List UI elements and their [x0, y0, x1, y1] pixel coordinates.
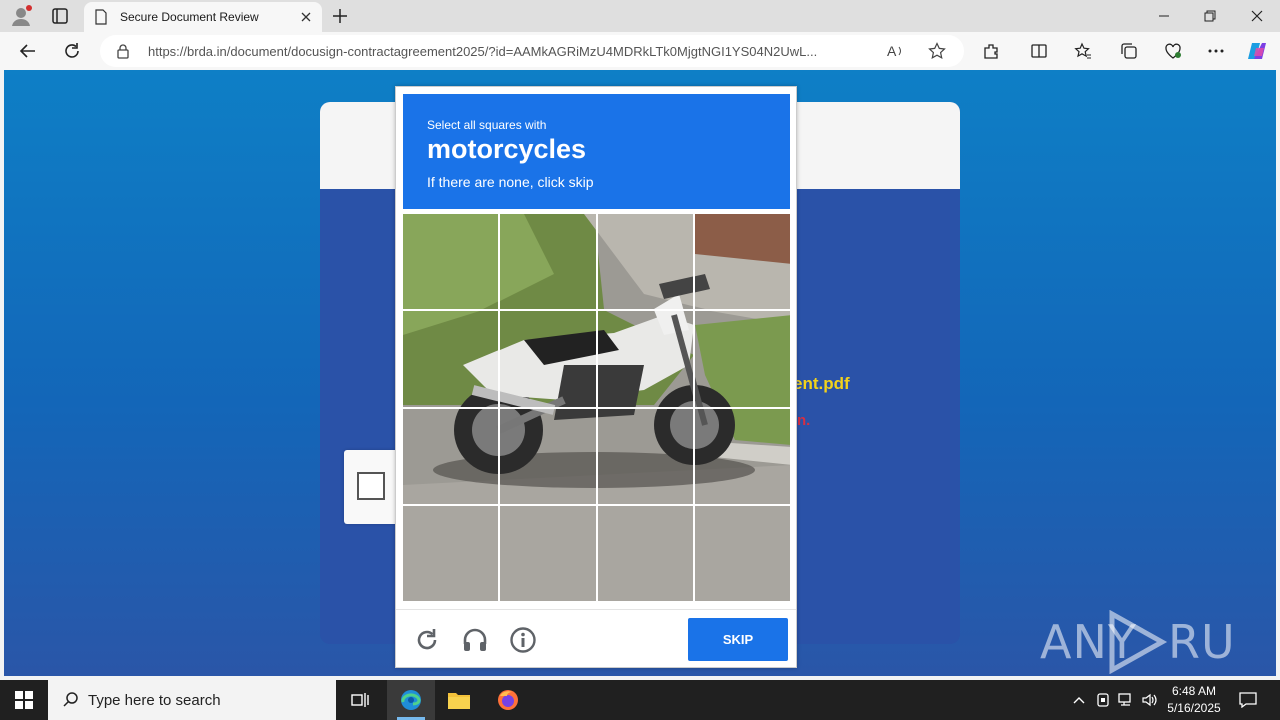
firefox-icon[interactable] — [484, 680, 532, 720]
notifications-icon[interactable] — [1234, 680, 1262, 720]
captcha-tile[interactable] — [500, 506, 595, 601]
minimize-icon[interactable] — [1141, 0, 1187, 32]
captcha-tile[interactable] — [695, 506, 790, 601]
taskbar: Type here to search 6:48 AM 5/16/2025 — [0, 680, 1280, 720]
captcha-tile[interactable] — [500, 214, 595, 309]
svg-text:A: A — [887, 43, 897, 59]
captcha-tile-image — [403, 214, 498, 309]
captcha-tile-image — [403, 311, 498, 406]
captcha-tile-image — [403, 409, 498, 504]
back-arrow-icon[interactable] — [17, 40, 39, 62]
warning-text: n. — [797, 412, 811, 429]
captcha-tile[interactable] — [598, 409, 693, 504]
clock-date: 5/16/2025 — [1167, 701, 1221, 715]
captcha-tile[interactable] — [598, 214, 693, 309]
document-filename: ent.pdf — [793, 374, 850, 393]
captcha-tile-image — [403, 506, 498, 601]
navigation-bar: https://brda.in/document/docusign-contra… — [0, 32, 1280, 70]
captcha-tile[interactable] — [500, 409, 595, 504]
browser-essentials-icon[interactable] — [1162, 40, 1184, 62]
favorite-star-icon[interactable] — [928, 42, 946, 65]
captcha-tile-image — [598, 409, 693, 504]
copilot-icon[interactable] — [1246, 40, 1268, 62]
captcha-tile-image — [695, 506, 790, 601]
captcha-tile[interactable] — [695, 311, 790, 406]
anyrun-watermark: ANY RUN — [1040, 609, 1270, 685]
favorites-icon[interactable] — [1072, 40, 1094, 62]
captcha-checkbox-widget — [344, 450, 398, 524]
address-bar[interactable]: https://brda.in/document/docusign-contra… — [100, 35, 964, 67]
captcha-header: Select all squares with motorcycles If t… — [403, 94, 790, 209]
lock-icon[interactable] — [116, 43, 130, 64]
reload-icon[interactable] — [413, 626, 441, 654]
split-screen-icon[interactable] — [1028, 40, 1050, 62]
show-hidden-icons-icon[interactable] — [1068, 680, 1090, 720]
document-icon — [94, 9, 108, 30]
captcha-instruction: Select all squares with — [427, 118, 547, 132]
new-tab-icon[interactable] — [330, 6, 350, 31]
captcha-tile-image — [500, 409, 595, 504]
taskbar-search-box[interactable]: Type here to search — [48, 680, 336, 720]
captcha-tile-image — [598, 311, 693, 406]
browser-tab[interactable]: Secure Document Review — [84, 2, 322, 32]
captcha-tile-image — [500, 214, 595, 309]
captcha-footer: SKIP — [396, 609, 796, 667]
edge-browser-icon[interactable] — [387, 680, 435, 720]
system-clock[interactable]: 6:48 AM 5/16/2025 — [1160, 683, 1228, 717]
windows-start-icon[interactable] — [0, 680, 48, 720]
tab-strip: Secure Document Review — [0, 0, 1280, 32]
search-placeholder: Type here to search — [88, 692, 221, 709]
captcha-tile-image — [695, 311, 790, 406]
captcha-tile[interactable] — [695, 214, 790, 309]
profile-avatar-icon[interactable] — [10, 5, 32, 27]
captcha-tile-image — [500, 311, 595, 406]
extensions-icon[interactable] — [980, 40, 1002, 62]
info-icon[interactable] — [509, 626, 537, 654]
captcha-tile-image — [695, 409, 790, 504]
tab-actions-icon[interactable] — [50, 6, 70, 26]
task-view-icon[interactable] — [336, 680, 384, 720]
close-window-icon[interactable] — [1234, 0, 1280, 32]
captcha-challenge: Select all squares with motorcycles If t… — [395, 86, 797, 668]
captcha-target: motorcycles — [427, 134, 587, 164]
captcha-tile[interactable] — [598, 506, 693, 601]
svg-text:ANY: ANY — [1040, 615, 1137, 669]
read-aloud-icon[interactable]: A — [886, 42, 906, 65]
captcha-tile[interactable] — [598, 311, 693, 406]
captcha-tile[interactable] — [403, 214, 498, 309]
tab-title: Secure Document Review — [120, 10, 259, 24]
captcha-skip-hint: If there are none, click skip — [427, 174, 594, 190]
volume-icon[interactable] — [1140, 680, 1160, 720]
captcha-tile[interactable] — [695, 409, 790, 504]
restore-icon[interactable] — [1187, 0, 1233, 32]
network-icon[interactable] — [1116, 680, 1136, 720]
more-options-icon[interactable] — [1205, 40, 1227, 62]
captcha-tile-image — [598, 214, 693, 309]
audio-challenge-icon[interactable] — [461, 626, 489, 654]
captcha-tile[interactable] — [403, 311, 498, 406]
collections-icon[interactable] — [1118, 40, 1140, 62]
captcha-tile-image — [598, 506, 693, 601]
skip-button[interactable]: SKIP — [688, 618, 788, 661]
refresh-icon[interactable] — [61, 40, 83, 62]
search-icon — [62, 691, 80, 714]
url-text[interactable]: https://brda.in/document/docusign-contra… — [148, 44, 872, 59]
captcha-image-grid — [403, 214, 790, 601]
close-tab-icon[interactable] — [298, 9, 314, 30]
file-explorer-icon[interactable] — [435, 680, 483, 720]
svg-text:RUN: RUN — [1168, 615, 1236, 669]
captcha-tile-image — [500, 506, 595, 601]
captcha-tile-image — [695, 214, 790, 309]
captcha-tile[interactable] — [500, 311, 595, 406]
captcha-tile[interactable] — [403, 506, 498, 601]
device-icon[interactable] — [1093, 680, 1113, 720]
captcha-tile[interactable] — [403, 409, 498, 504]
captcha-checkbox[interactable] — [357, 472, 385, 500]
clock-time: 6:48 AM — [1171, 684, 1217, 698]
